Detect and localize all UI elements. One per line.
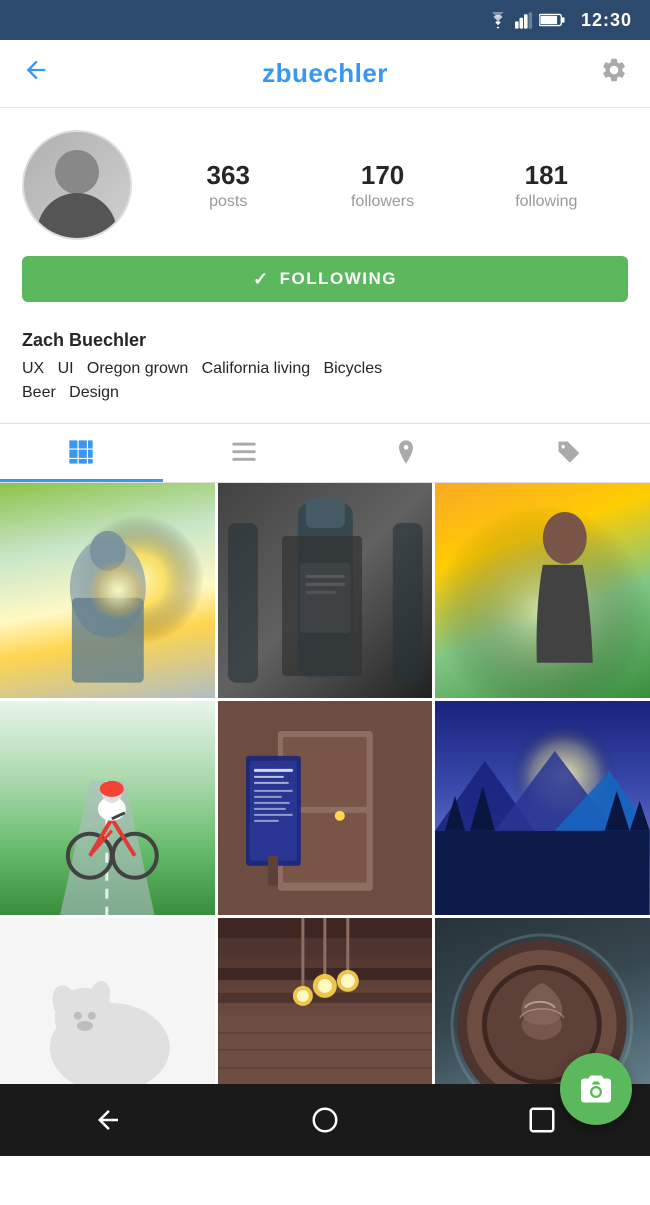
camera-fab-button[interactable] [560, 1053, 632, 1125]
photo-cell-2[interactable] [218, 483, 433, 698]
followers-count: 170 [351, 160, 414, 191]
stats-row: 363 posts 170 followers 181 following [156, 160, 628, 211]
person-tag-icon [555, 438, 583, 466]
list-icon [230, 438, 258, 466]
wifi-icon [487, 12, 509, 29]
location-icon [392, 438, 420, 466]
bio-section: Zach Buechler UX UI Oregon grown Califor… [0, 330, 650, 423]
camera-icon [578, 1071, 614, 1107]
nav-back-button[interactable] [78, 1090, 138, 1150]
photo-cell-5[interactable] [218, 701, 433, 916]
nav-home-icon [310, 1105, 340, 1135]
profile-top: 363 posts 170 followers 181 following [22, 130, 628, 240]
nav-home-button[interactable] [295, 1090, 355, 1150]
battery-icon [539, 13, 565, 27]
stat-following[interactable]: 181 following [515, 160, 577, 211]
full-name: Zach Buechler [22, 330, 628, 351]
photo-cell-1[interactable] [0, 483, 215, 698]
photo-cell-3[interactable] [435, 483, 650, 698]
tab-bar [0, 423, 650, 483]
photo-image-1 [0, 483, 215, 698]
tab-grid[interactable] [0, 424, 163, 482]
avatar [22, 130, 132, 240]
photo-image-3 [435, 483, 650, 698]
photo-cell-4[interactable] [0, 701, 215, 916]
photo-cell-6[interactable] [435, 701, 650, 916]
profile-section: 363 posts 170 followers 181 following ✓ … [0, 108, 650, 330]
tab-tagged[interactable] [488, 424, 650, 482]
following-label: following [515, 193, 577, 211]
posts-label: posts [207, 193, 250, 211]
photo-grid [0, 483, 650, 1133]
grid-icon [67, 438, 95, 466]
posts-count: 363 [207, 160, 250, 191]
followers-label: followers [351, 193, 414, 211]
tab-list[interactable] [163, 424, 326, 482]
profile-username: zbuechler [262, 58, 388, 89]
check-icon: ✓ [253, 269, 270, 290]
nav-recents-icon [527, 1105, 557, 1135]
photo-image-2 [218, 483, 433, 698]
nav-back-icon [93, 1105, 123, 1135]
status-icons [487, 12, 565, 29]
tab-location[interactable] [325, 424, 488, 482]
stat-followers[interactable]: 170 followers [351, 160, 414, 211]
settings-icon[interactable] [600, 56, 628, 91]
photo-image-6 [435, 701, 650, 916]
following-count: 181 [515, 160, 577, 191]
time: 12:30 [581, 10, 632, 31]
bottom-nav [0, 1084, 650, 1156]
following-label: FOLLOWING [280, 269, 397, 289]
following-button[interactable]: ✓ FOLLOWING [22, 256, 628, 302]
bio-text: UX UI Oregon grown California living Bic… [22, 357, 628, 405]
signal-icon [515, 12, 533, 29]
photo-image-4 [0, 701, 215, 916]
status-bar: 12:30 [0, 0, 650, 40]
top-nav: zbuechler [0, 40, 650, 108]
photo-image-5 [218, 701, 433, 916]
back-button[interactable] [22, 56, 50, 91]
stat-posts[interactable]: 363 posts [207, 160, 250, 211]
